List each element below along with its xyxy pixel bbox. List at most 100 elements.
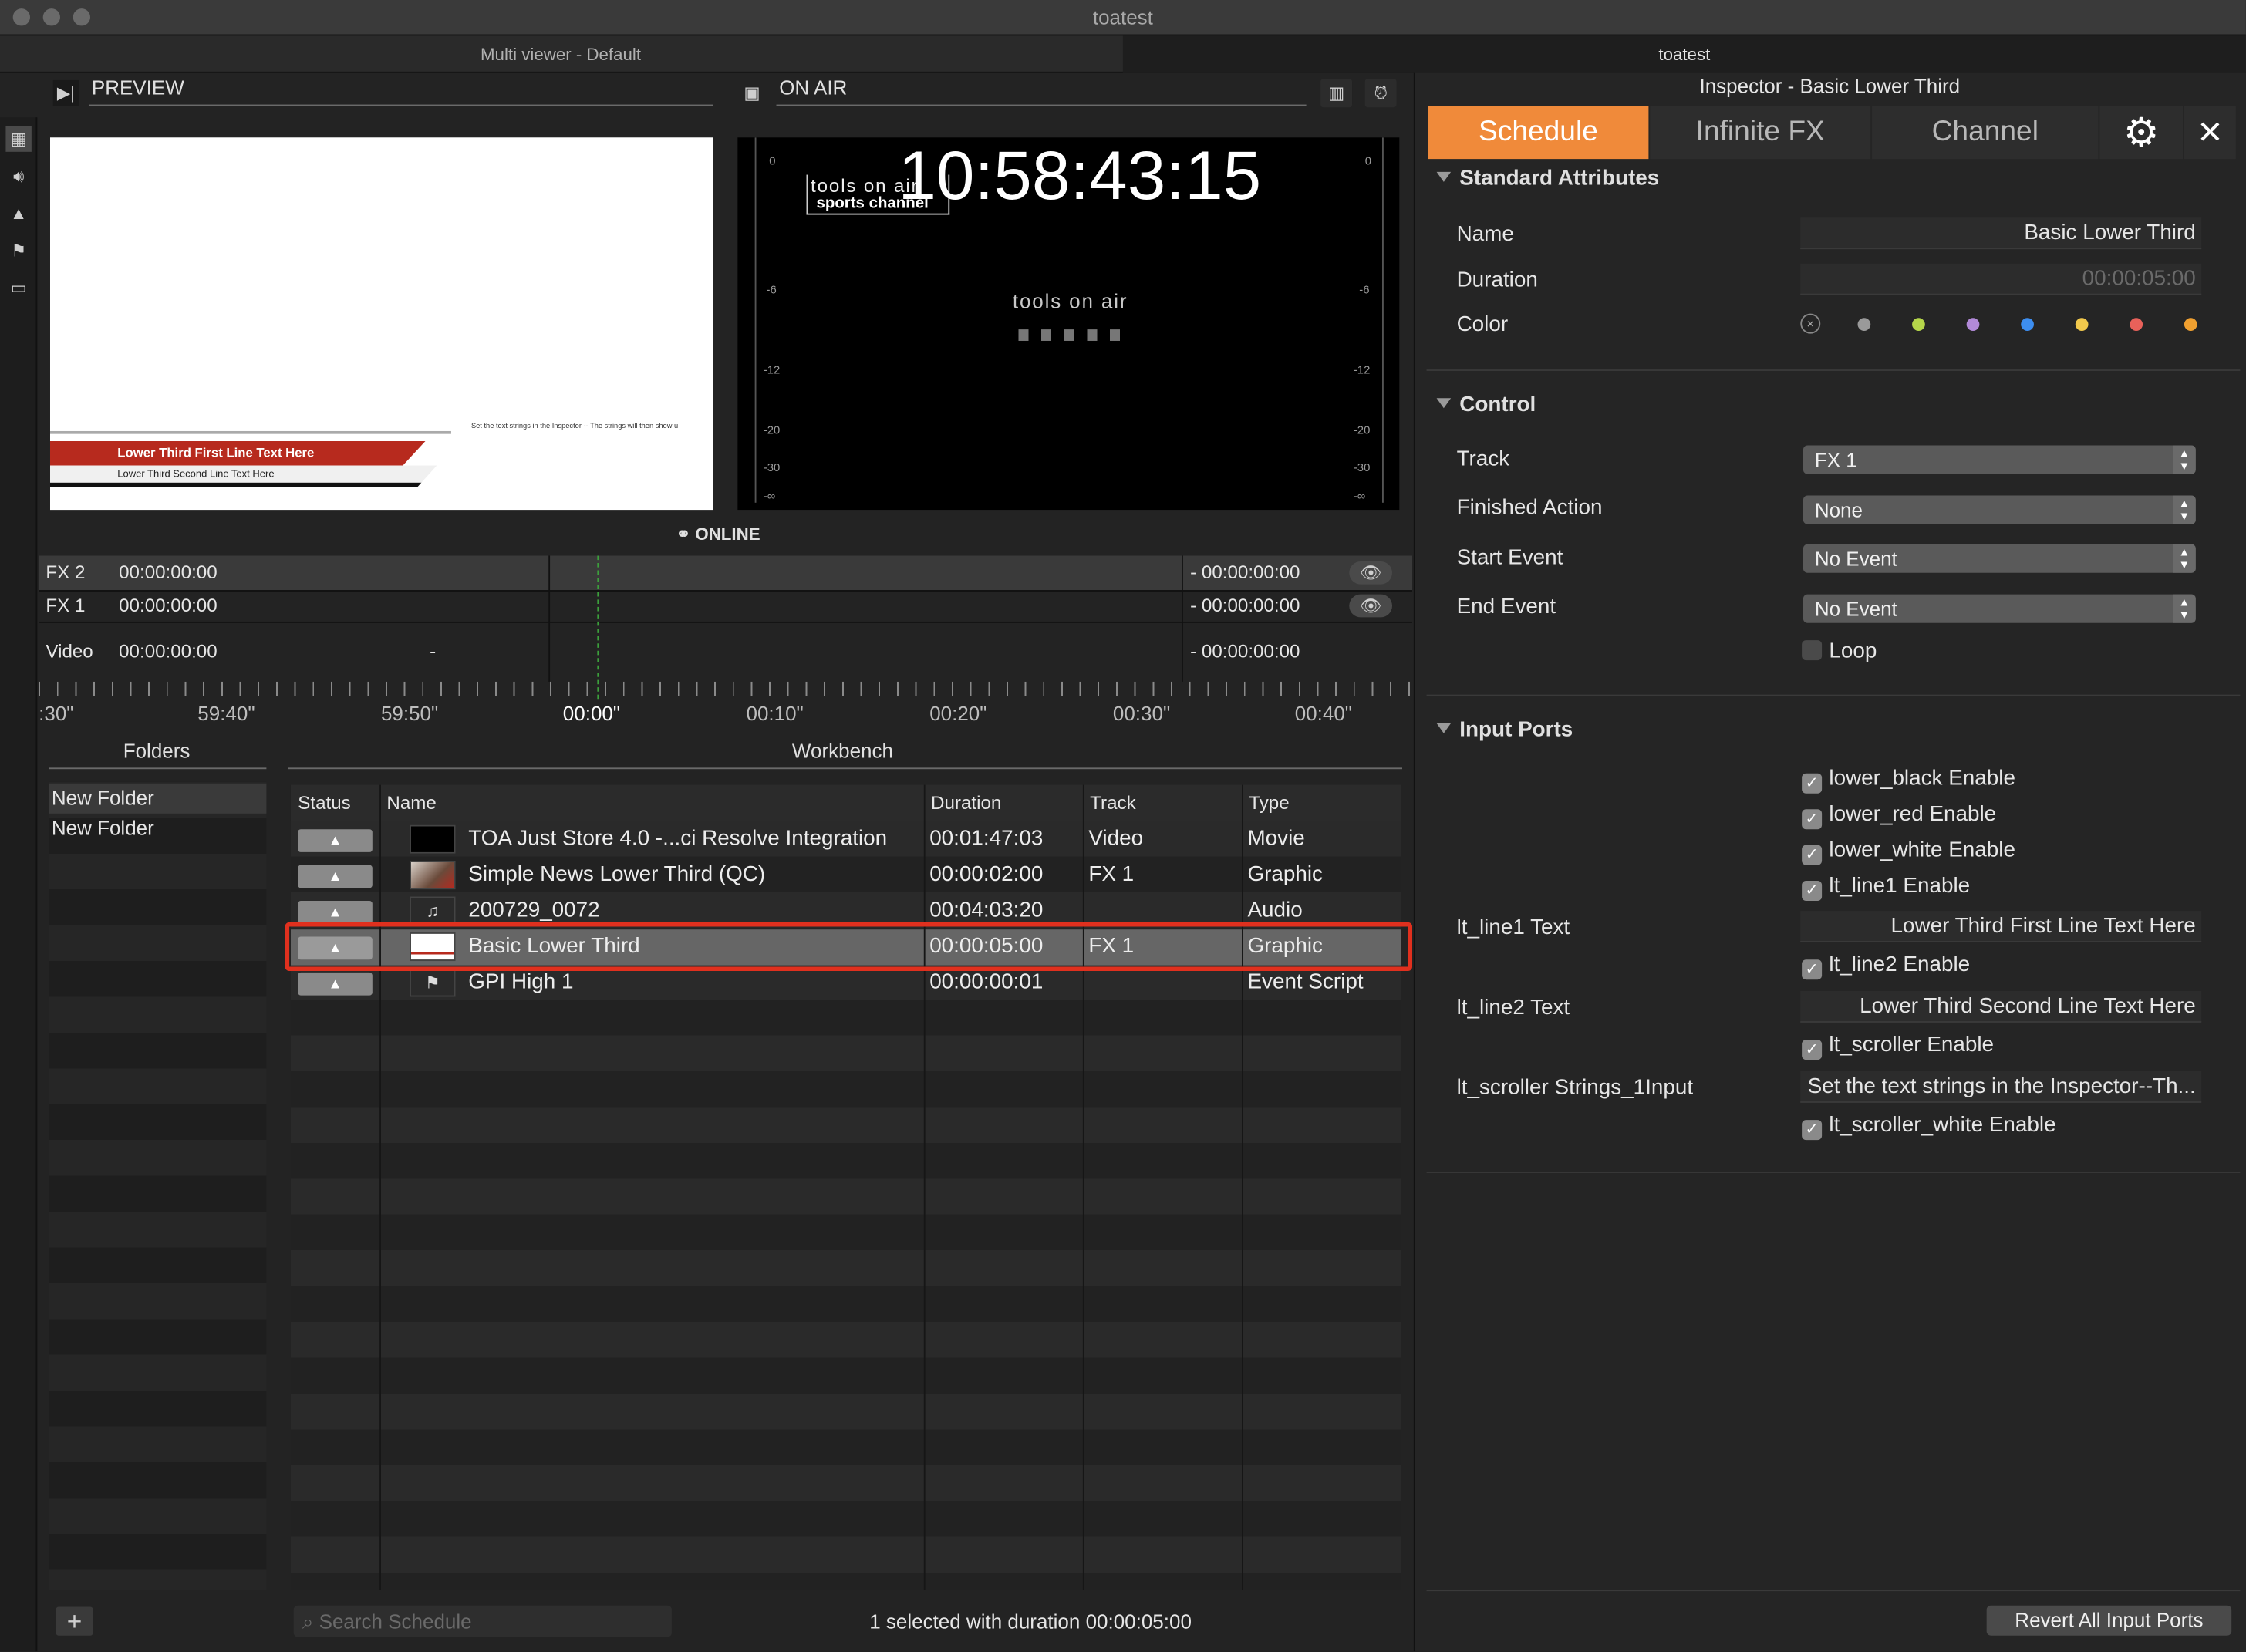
no-color-swatch[interactable]: × <box>1800 313 1821 334</box>
add-folder-button[interactable]: + <box>56 1606 93 1636</box>
control-header[interactable]: Control <box>1436 393 1536 416</box>
start-event-label: Start Event <box>1456 545 1563 571</box>
end-event-value: No Event <box>1814 597 1897 621</box>
loop-label: Loop <box>1829 639 1877 663</box>
row-type: Movie <box>1247 826 1305 851</box>
color-swatch[interactable] <box>2184 318 2197 331</box>
close-icon[interactable]: ✕ <box>2184 106 2236 160</box>
timeline-col-sep-left <box>548 555 551 682</box>
col-sep <box>923 784 926 1590</box>
lower-black-checkbox[interactable]: ✓ lower_black Enable <box>1802 766 2015 794</box>
end-event-select[interactable]: No Event ▲ ▼ <box>1803 594 2196 623</box>
flag-icon[interactable]: ⚑ <box>5 238 31 263</box>
calendar-icon[interactable]: ▣ <box>739 80 764 106</box>
color-swatch[interactable] <box>2021 318 2034 331</box>
mountain-icon[interactable]: ▲ <box>5 201 31 226</box>
track-select[interactable]: FX 1 ▲ ▼ <box>1803 445 2196 474</box>
row-type: Event Script <box>1247 969 1364 994</box>
table-row[interactable]: ▲ Simple News Lower Third (QC) 00:00:02:… <box>291 858 1401 893</box>
color-swatch[interactable] <box>1966 318 1980 331</box>
lower-red-checkbox[interactable]: ✓ lower_red Enable <box>1802 801 1997 830</box>
start-event-select[interactable]: No Event ▲ ▼ <box>1803 544 2196 573</box>
checkmark-icon: ✓ <box>1802 809 1823 830</box>
lower-red-label: lower_red Enable <box>1829 801 1997 827</box>
play-next-icon[interactable]: ▶︎| <box>52 79 79 106</box>
row-duration: 00:04:03:20 <box>929 898 1044 922</box>
col-sep <box>379 784 381 1590</box>
finished-action-select[interactable]: None ▲ ▼ <box>1803 495 2196 524</box>
lt-scroller-strings-field[interactable]: Set the text strings in the Inspector--T… <box>1800 1071 2202 1103</box>
tab-channel[interactable]: Channel <box>1872 106 2099 160</box>
tab-multi-viewer[interactable]: Multi viewer - Default <box>0 35 1121 72</box>
onair-underline <box>776 104 1307 106</box>
col-duration[interactable]: Duration <box>931 792 1001 814</box>
timeline-end: - 00:00:00:00 <box>1190 594 1300 616</box>
preview-scroller: Set the text strings in the Inspector --… <box>470 422 679 431</box>
folders-title: Folders <box>123 739 191 762</box>
table-row[interactable]: ▲ TOA Just Store 4.0 -...ci Resolve Inte… <box>291 822 1401 858</box>
folders-list[interactable]: New Folder New Folder <box>49 781 267 1590</box>
row-track: FX 1 <box>1088 861 1135 887</box>
timeline-track: FX 2 <box>46 561 86 583</box>
lt-line2-enable-checkbox[interactable]: ✓ lt_line2 Enable <box>1802 952 1970 980</box>
levels-icon[interactable]: ▥ <box>1320 79 1353 108</box>
color-swatch[interactable] <box>2075 318 2089 331</box>
tab-toatest[interactable]: toatest <box>1122 35 2246 73</box>
selection-summary: 1 selected with duration 00:00:05:00 <box>869 1610 1192 1633</box>
speaker-icon[interactable]: 🔊︎ <box>5 164 31 189</box>
vu-right-30: -30 <box>1353 460 1371 474</box>
lower-white-checkbox[interactable]: ✓ lower_white Enable <box>1802 838 2015 865</box>
start-event-value: No Event <box>1814 547 1897 571</box>
window-title: toatest <box>1092 5 1153 29</box>
status-button[interactable]: ▲ <box>298 865 373 888</box>
timeline-start: 00:00:00:00 <box>119 594 218 616</box>
status-button[interactable]: ▲ <box>298 972 373 996</box>
online-label: ONLINE <box>695 524 760 544</box>
color-swatch[interactable] <box>2130 318 2143 331</box>
revert-all-input-ports-button[interactable]: Revert All Input Ports <box>1986 1605 2232 1636</box>
vu-right-6: -6 <box>1359 283 1370 297</box>
color-swatch[interactable] <box>1912 318 1925 331</box>
lt-line1-enable-label: lt_line1 Enable <box>1829 873 1971 898</box>
alarm-clock-icon[interactable]: ⏰︎ <box>1364 79 1397 108</box>
ruler-label: :30" <box>39 701 74 725</box>
vu-left-20: -20 <box>763 423 781 437</box>
ruler-label: 59:40" <box>197 701 255 725</box>
lt-scroller-white-checkbox[interactable]: ✓ lt_scroller_white Enable <box>1802 1113 2056 1141</box>
name-field[interactable]: Basic Lower Third <box>1800 217 2202 250</box>
color-swatch[interactable] <box>1857 318 1871 331</box>
col-name[interactable]: Name <box>386 792 436 814</box>
thumbnail <box>410 824 456 854</box>
search-icon: ⌕ <box>302 1610 319 1633</box>
tab-schedule[interactable]: Schedule <box>1428 106 1649 160</box>
status-button[interactable]: ▲ <box>298 829 373 852</box>
timeline-ruler[interactable]: :30" 59:40" 59:50" 00:00" 00:10" 00:20" … <box>39 681 1413 730</box>
col-status[interactable]: Status <box>298 792 350 814</box>
tab-infinite-fx[interactable]: Infinite FX <box>1650 106 1871 160</box>
playhead[interactable] <box>597 555 599 700</box>
eye-icon[interactable]: 👁︎ <box>1349 561 1393 585</box>
gear-icon[interactable]: ⚙ <box>2099 106 2184 160</box>
lt-line2-text-field[interactable]: Lower Third Second Line Text Here <box>1800 991 2202 1023</box>
lt-scroller-enable-checkbox[interactable]: ✓ lt_scroller Enable <box>1802 1033 1994 1060</box>
standard-attributes-header[interactable]: Standard Attributes <box>1436 166 1659 190</box>
folder-item[interactable]: New Folder <box>49 814 266 844</box>
loop-checkbox[interactable]: Loop <box>1802 639 1877 664</box>
col-track[interactable]: Track <box>1090 792 1135 814</box>
folder-item[interactable]: New Folder <box>49 783 267 814</box>
online-status: ⚭ ONLINE <box>676 524 760 544</box>
lt-line1-text-field[interactable]: Lower Third First Line Text Here <box>1800 911 2202 942</box>
eye-icon[interactable]: 👁︎ <box>1349 594 1393 618</box>
checkmark-icon: ✓ <box>1802 845 1823 865</box>
name-label: Name <box>1456 221 1514 247</box>
onair-timecode: 10:58:43:15 <box>898 139 1262 215</box>
preview-monitor: Lower Third First Line Text Here Lower T… <box>49 137 713 511</box>
film-icon[interactable]: ▦ <box>5 126 32 152</box>
timeline-end: - 00:00:00:00 <box>1190 561 1300 583</box>
col-type[interactable]: Type <box>1249 792 1289 814</box>
search-input[interactable]: ⌕ Search Schedule <box>293 1605 672 1637</box>
status-button[interactable]: ▲ <box>298 901 373 924</box>
window-icon[interactable]: ▭ <box>5 275 31 301</box>
lt-line1-enable-checkbox[interactable]: ✓ lt_line1 Enable <box>1802 873 1971 902</box>
input-ports-header[interactable]: Input Ports <box>1436 717 1573 742</box>
